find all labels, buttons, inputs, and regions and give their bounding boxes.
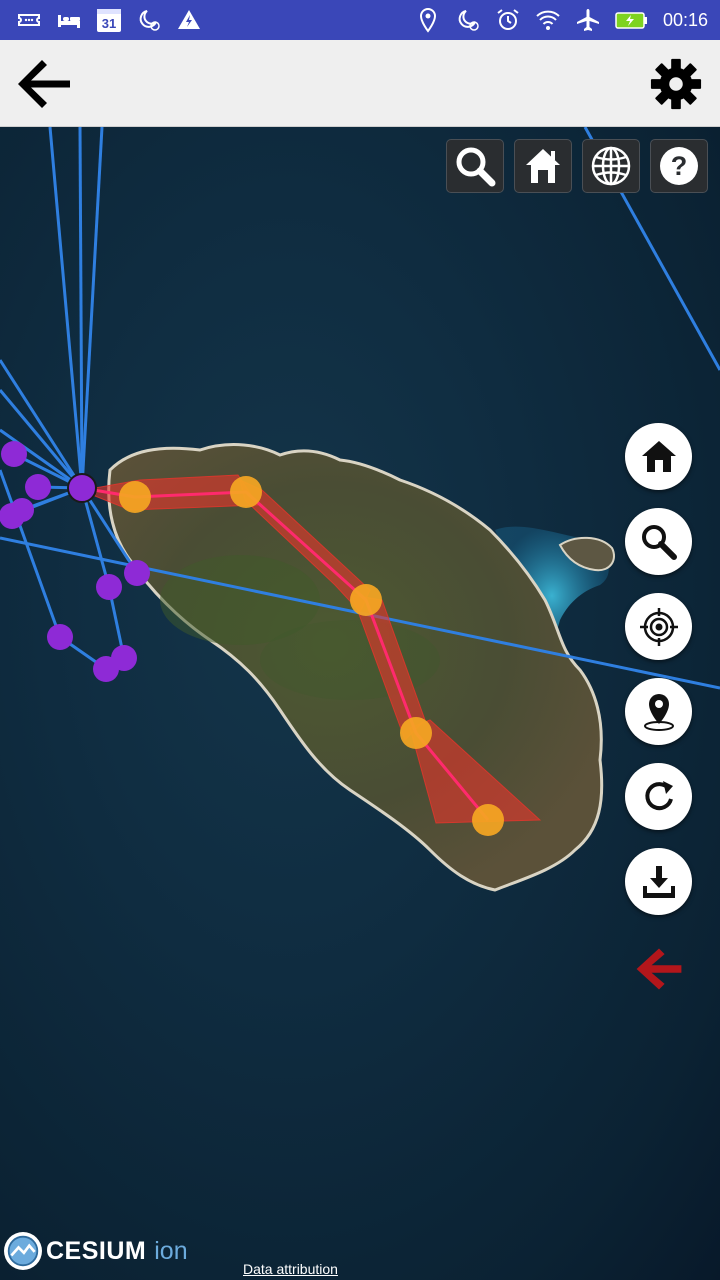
alarm-icon	[495, 7, 521, 33]
search-icon	[456, 147, 496, 187]
location-fab-button[interactable]	[625, 678, 692, 745]
location-pin-icon	[415, 7, 441, 33]
refresh-icon	[644, 780, 673, 810]
flight-line	[80, 127, 104, 489]
home-fab-button[interactable]	[625, 423, 692, 490]
home-icon	[641, 440, 676, 472]
screen: 31 00:16 ? CESIUM ion Data attribution	[0, 0, 720, 1280]
status-bar: 31 00:16	[0, 0, 720, 40]
svg-text:31: 31	[102, 16, 116, 31]
warning-icon	[176, 7, 202, 33]
waypoint-marker[interactable]	[124, 560, 150, 586]
arrow-left-icon	[18, 60, 70, 108]
waypoint-marker[interactable]	[93, 656, 119, 682]
clock: 00:16	[662, 9, 708, 30]
search-icon	[641, 524, 677, 560]
waypoint-marker[interactable]	[25, 474, 51, 500]
refresh-fab-button[interactable]	[625, 763, 692, 830]
battery-charging-icon	[615, 7, 649, 33]
download-icon	[642, 865, 675, 898]
night-clock-icon	[136, 7, 162, 33]
status-right-icons: 00:16	[415, 7, 708, 33]
route-waypoint[interactable]	[119, 481, 151, 513]
island	[107, 443, 615, 892]
waypoint-marker[interactable]	[96, 574, 122, 600]
cesium-ion-logo[interactable]: CESIUM ion	[4, 1232, 188, 1270]
search-fab-button[interactable]	[625, 508, 692, 575]
target-fab-button[interactable]	[625, 593, 692, 660]
waypoint-marker[interactable]	[47, 624, 73, 650]
waypoint-marker[interactable]	[1, 441, 27, 467]
cesium-logo-word: CESIUM	[46, 1236, 147, 1265]
route-waypoint[interactable]	[350, 584, 382, 616]
flight-line	[78, 127, 84, 489]
globe-icon	[591, 146, 631, 186]
route-waypoint[interactable]	[230, 476, 262, 508]
back-button[interactable]	[14, 54, 74, 114]
data-attribution-link[interactable]: Data attribution	[243, 1261, 338, 1277]
cesium-logo-suffix: ion	[154, 1236, 188, 1265]
route-waypoint[interactable]	[472, 804, 504, 836]
map-toolbar: ?	[446, 139, 708, 193]
location-pin-icon	[643, 693, 674, 731]
calendar-icon: 31	[96, 7, 122, 33]
status-left-icons: 31	[16, 7, 202, 33]
airplane-icon	[575, 7, 601, 33]
collapse-panel-button[interactable]	[629, 939, 689, 999]
settings-button[interactable]	[648, 56, 704, 112]
flight-line	[48, 127, 84, 489]
navigation-help-button[interactable]: ?	[650, 139, 708, 193]
night-clock-icon	[455, 7, 481, 33]
flight-line	[80, 487, 111, 588]
map-view[interactable]: ? CESIUM ion Data attribution	[0, 127, 720, 1280]
ticket-icon	[16, 7, 42, 33]
gear-icon	[650, 58, 702, 110]
help-icon: ?	[660, 147, 698, 185]
svg-text:?: ?	[671, 151, 688, 181]
cesium-logo-icon	[4, 1232, 42, 1270]
target-icon	[639, 607, 678, 646]
app-bar	[0, 40, 720, 127]
wifi-icon	[535, 7, 561, 33]
bed-icon	[56, 7, 82, 33]
download-fab-button[interactable]	[625, 848, 692, 915]
waypoint-marker[interactable]	[67, 473, 97, 503]
home-icon	[526, 149, 560, 183]
arrow-left-icon	[636, 948, 681, 990]
geocoder-search-button[interactable]	[446, 139, 504, 193]
waypoint-marker[interactable]	[10, 498, 34, 522]
map-canvas[interactable]	[0, 127, 720, 1280]
route-waypoint[interactable]	[400, 717, 432, 749]
scene-mode-button[interactable]	[582, 139, 640, 193]
map-action-buttons	[625, 423, 692, 999]
home-view-button[interactable]	[514, 139, 572, 193]
